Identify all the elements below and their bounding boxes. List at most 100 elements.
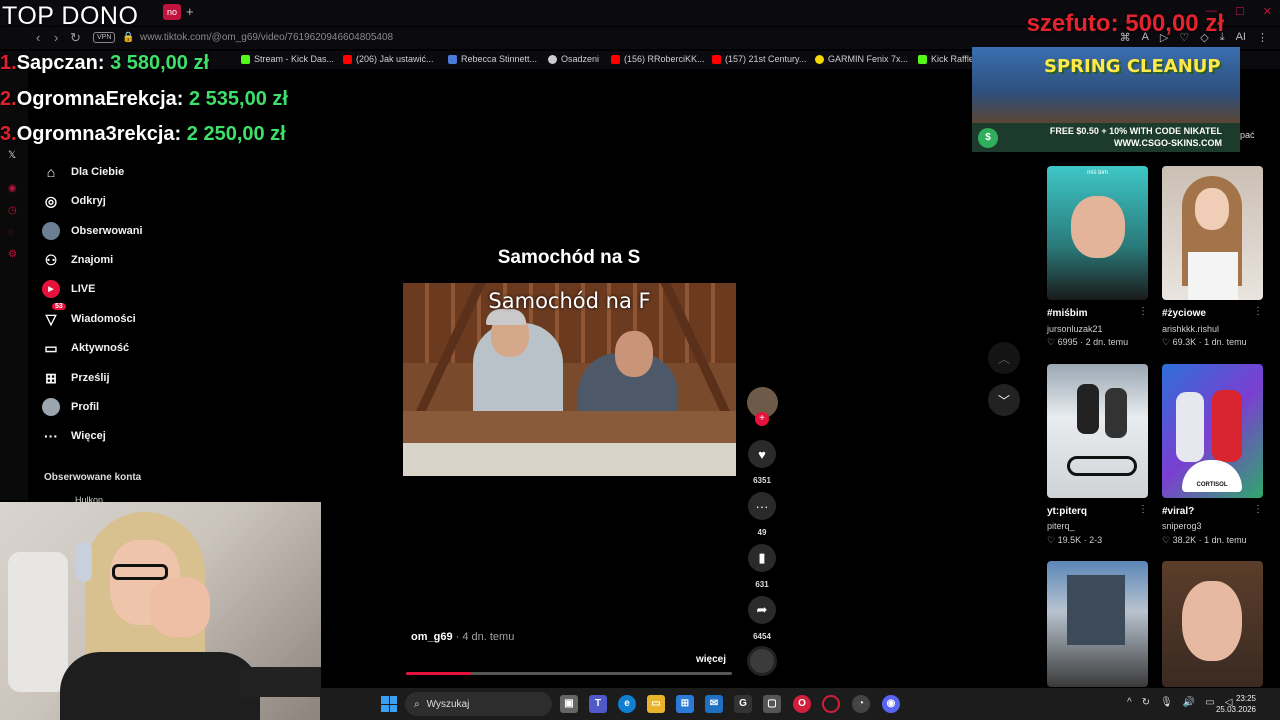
- discord-icon[interactable]: ◉: [882, 695, 900, 713]
- video-author-line[interactable]: om_g69 · 4 dn. temu: [411, 631, 514, 643]
- bookmark-item[interactable]: Rebecca Stinnett...: [448, 54, 537, 64]
- nav-friends[interactable]: ⚇ Znajomi: [42, 251, 113, 269]
- card-menu-icon[interactable]: ⋮: [1138, 306, 1148, 317]
- teams-icon[interactable]: T: [589, 695, 607, 713]
- task-view-icon[interactable]: ▣: [560, 695, 578, 713]
- history-icon[interactable]: ◷: [8, 205, 17, 216]
- nav-upload[interactable]: ⊞ Prześlij: [42, 369, 109, 387]
- nav-profile[interactable]: Profil: [42, 398, 99, 416]
- nav-messages[interactable]: ▽ 53 Wiadomości: [42, 303, 136, 328]
- settings-icon[interactable]: ⚙: [8, 249, 17, 260]
- opera-gx-icon[interactable]: [822, 695, 840, 713]
- nav-following[interactable]: Obserwowani: [42, 222, 143, 240]
- menu-icon[interactable]: ⋮: [1257, 31, 1268, 44]
- like-action[interactable]: ♥ 6351: [745, 440, 779, 485]
- music-disc[interactable]: [747, 646, 777, 676]
- chevron-up-icon[interactable]: ^: [1127, 697, 1132, 708]
- bookmark-item[interactable]: GARMIN Fenix 7x...: [815, 54, 908, 64]
- search-icon: ⌕: [414, 698, 420, 710]
- more-button[interactable]: więcej: [696, 654, 726, 665]
- url-field[interactable]: www.tiktok.com/@om_g69/video/76196209466…: [140, 32, 393, 43]
- edge-icon[interactable]: e: [618, 695, 636, 713]
- app-icon[interactable]: G: [734, 695, 752, 713]
- chevron-down-icon[interactable]: ﹀: [988, 384, 1020, 416]
- bookmark-item[interactable]: Kick Raffle: [918, 54, 974, 64]
- youtube-icon: [712, 54, 721, 64]
- donation-row: 3.Ogromna3rekcja: 2 250,00 zł: [0, 123, 286, 145]
- recommended-video-thumb[interactable]: [1162, 166, 1263, 300]
- site-icon: [548, 54, 557, 64]
- nav-more[interactable]: ··· Więcej: [42, 427, 106, 445]
- maximize-icon[interactable]: ☐: [1235, 5, 1245, 18]
- ad-banner[interactable]: SPRING CLEANUP $ FREE $0.50 + 10% WITH C…: [972, 47, 1240, 152]
- bookmark-item[interactable]: Osadzeni: [548, 54, 599, 64]
- forward-icon[interactable]: ›: [54, 30, 58, 45]
- reload-icon[interactable]: ↻: [70, 30, 81, 46]
- store-icon[interactable]: ⊞: [676, 695, 694, 713]
- opera-icon[interactable]: O: [793, 695, 811, 713]
- rail-app-icon[interactable]: ◉: [8, 183, 17, 194]
- app-icon[interactable]: ◔: [852, 695, 870, 713]
- ai-button[interactable]: AI: [1236, 31, 1246, 44]
- taskbar-clock[interactable]: 23:25 25.03.2026: [1216, 693, 1256, 715]
- vpn-button[interactable]: VPN: [93, 32, 116, 43]
- recommended-video-thumb[interactable]: [1162, 561, 1263, 687]
- nav-live[interactable]: ▶ LIVE: [42, 280, 95, 298]
- recommended-video-thumb[interactable]: [1047, 364, 1148, 498]
- microphone-icon[interactable]: 🎙: [1160, 697, 1173, 708]
- comment-icon[interactable]: ···: [748, 492, 776, 520]
- bookmark-item[interactable]: (157) 21st Century...: [712, 54, 806, 64]
- upload-icon: ⊞: [45, 369, 57, 386]
- video-player[interactable]: Samochód na F: [403, 283, 736, 476]
- card-menu-icon[interactable]: ⋮: [1253, 306, 1263, 317]
- taskbar-search[interactable]: ⌕ Wyszukaj: [405, 692, 552, 716]
- comment-action[interactable]: ··· 49: [745, 492, 779, 537]
- card-menu-icon[interactable]: ⋮: [1138, 504, 1148, 515]
- lock-icon: 🔒: [122, 32, 135, 43]
- mail-icon[interactable]: ✉: [705, 695, 723, 713]
- card-author[interactable]: sniperog3: [1162, 521, 1202, 531]
- network-icon[interactable]: ▭: [1205, 697, 1214, 708]
- browser-tab[interactable]: no: [163, 4, 181, 20]
- folder-icon[interactable]: ▭: [647, 695, 665, 713]
- share-action[interactable]: ➦ 6454: [745, 596, 779, 641]
- nav-for-you[interactable]: ⌂ Dla Ciebie: [42, 163, 124, 181]
- compass-icon: ◎: [44, 192, 58, 209]
- youtube-icon: [611, 54, 620, 64]
- chat-icon[interactable]: ◌: [8, 227, 14, 238]
- bookmark-item[interactable]: Stream - Kick Das...: [241, 54, 334, 64]
- card-title[interactable]: #miśbim: [1047, 308, 1088, 319]
- chevron-up-icon[interactable]: ︿: [988, 342, 1020, 374]
- card-author[interactable]: jursonluzak21: [1047, 324, 1103, 334]
- card-title[interactable]: #życiowe: [1162, 308, 1206, 319]
- windows-start-icon[interactable]: [381, 696, 397, 712]
- heart-icon[interactable]: ♥: [748, 440, 776, 468]
- bookmark-item[interactable]: (206) Jak ustawić...: [343, 54, 434, 64]
- more-icon: ···: [44, 428, 58, 444]
- card-menu-icon[interactable]: ⋮: [1253, 504, 1263, 515]
- share-icon[interactable]: ➦: [748, 596, 776, 624]
- recommended-video-thumb[interactable]: [1047, 561, 1148, 687]
- bookmark-item[interactable]: (156) RRoberciKK...: [611, 54, 705, 64]
- video-progress-bar[interactable]: [406, 672, 732, 675]
- app-icon[interactable]: ▢: [763, 695, 781, 713]
- save-action[interactable]: ▮ 631: [745, 544, 779, 589]
- recommended-video-thumb[interactable]: miś bim: [1047, 166, 1148, 300]
- new-tab-button[interactable]: +: [186, 4, 194, 19]
- bookmark-icon[interactable]: ▮: [748, 544, 776, 572]
- video-overlay-text: Samochód na F: [488, 289, 651, 313]
- close-icon[interactable]: ✕: [1263, 5, 1272, 18]
- volume-icon[interactable]: 🔊: [1183, 697, 1195, 708]
- card-title[interactable]: yt:piterq: [1047, 506, 1087, 517]
- follow-button[interactable]: +: [755, 412, 769, 426]
- card-author[interactable]: arishkkk.rishul: [1162, 324, 1219, 334]
- card-author[interactable]: piterq_: [1047, 521, 1075, 531]
- x-icon[interactable]: 𝕏: [8, 150, 16, 161]
- card-title[interactable]: #viral?: [1162, 506, 1194, 517]
- nav-explore[interactable]: ◎ Odkryj: [42, 192, 106, 210]
- back-icon[interactable]: ‹: [36, 30, 40, 45]
- thumb-face: [1071, 196, 1125, 258]
- recommended-video-thumb[interactable]: CORTISOL: [1162, 364, 1263, 498]
- nav-activity[interactable]: ▭ Aktywność: [42, 339, 129, 357]
- sync-icon[interactable]: ↻: [1142, 697, 1150, 708]
